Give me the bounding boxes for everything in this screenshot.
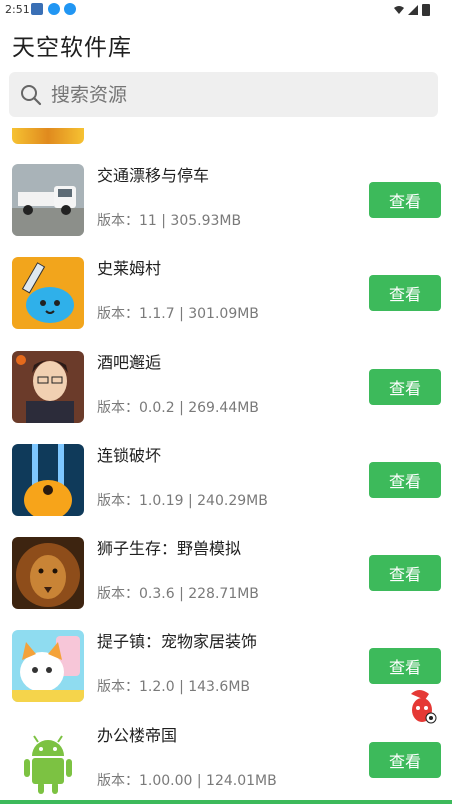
list-item[interactable]: 办公楼帝国 版本：1.00.00 | 124.01MB 查看	[0, 714, 452, 807]
app-name: 狮子生存：野兽模拟	[97, 539, 242, 559]
app-thumbnail-anime	[12, 350, 84, 423]
app-thumbnail-cat	[12, 630, 84, 703]
notification-app-icon	[31, 3, 43, 15]
list-item[interactable]: 酒吧邂逅 版本：0.0.2 | 269.44MB 查看	[0, 341, 452, 434]
floating-mascot-icon[interactable]	[405, 688, 439, 726]
download-icon	[48, 3, 60, 15]
list-item[interactable]: 连锁破坏 版本：1.0.19 | 240.29MB 查看	[0, 434, 452, 527]
download-icon	[64, 3, 76, 15]
partial-app-thumbnail	[12, 128, 84, 144]
signal-icon	[408, 5, 418, 15]
battery-icon	[422, 4, 430, 16]
wifi-icon	[394, 6, 404, 14]
app-thumbnail-chain	[12, 443, 84, 516]
app-meta: 版本：1.0.19 | 240.29MB	[97, 492, 268, 509]
list-item[interactable]: 交通漂移与停车 版本：11 | 305.93MB 查看	[0, 154, 452, 247]
search-icon	[21, 85, 42, 106]
view-button[interactable]: 查看	[369, 741, 441, 778]
app-name: 史莱姆村	[97, 259, 162, 279]
page-title: 天空软件库	[12, 35, 132, 61]
app-meta: 版本：0.3.6 | 228.71MB	[97, 586, 259, 603]
list-item[interactable]: 狮子生存：野兽模拟 版本：0.3.6 | 228.71MB 查看	[0, 527, 452, 620]
app-thumbnail-slime	[12, 257, 84, 330]
search-bar[interactable]	[9, 72, 438, 119]
list-item[interactable]: 史莱姆村 版本：1.1.7 | 301.09MB 查看	[0, 247, 452, 340]
view-button[interactable]: 查看	[369, 275, 441, 312]
app-meta: 版本：1.00.00 | 124.01MB	[97, 772, 277, 789]
view-button[interactable]: 查看	[369, 182, 441, 218]
app-meta: 版本：11 | 305.93MB	[97, 213, 242, 229]
list-item[interactable]: 提子镇：宠物家居装饰 版本：1.2.0 | 143.6MB 查看	[0, 620, 452, 713]
view-button[interactable]: 查看	[369, 368, 441, 405]
app-list: 交通漂移与停车 版本：11 | 305.93MB 查看 史莱姆村 版本：1.1.…	[0, 154, 452, 807]
view-button[interactable]: 查看	[369, 555, 441, 592]
app-name: 办公楼帝国	[97, 725, 178, 745]
bottom-divider	[0, 800, 452, 804]
app-name: 提子镇：宠物家居装饰	[97, 632, 258, 652]
search-input[interactable]	[49, 72, 433, 119]
app-thumbnail-truck	[12, 164, 84, 236]
app-meta: 版本：1.1.7 | 301.09MB	[97, 306, 259, 323]
app-name: 酒吧邂逅	[97, 352, 162, 372]
view-button[interactable]: 查看	[369, 648, 441, 685]
android-icon	[12, 723, 84, 796]
app-meta: 版本：0.0.2 | 269.44MB	[97, 399, 259, 416]
status-time: 2:51	[5, 3, 30, 16]
app-name: 连锁破坏	[97, 445, 162, 465]
app-name: 交通漂移与停车	[97, 166, 210, 185]
app-meta: 版本：1.2.0 | 143.6MB	[97, 679, 251, 696]
view-button[interactable]: 查看	[369, 461, 441, 498]
app-thumbnail-lion	[12, 537, 84, 610]
status-bar: 2:51	[0, 0, 452, 20]
